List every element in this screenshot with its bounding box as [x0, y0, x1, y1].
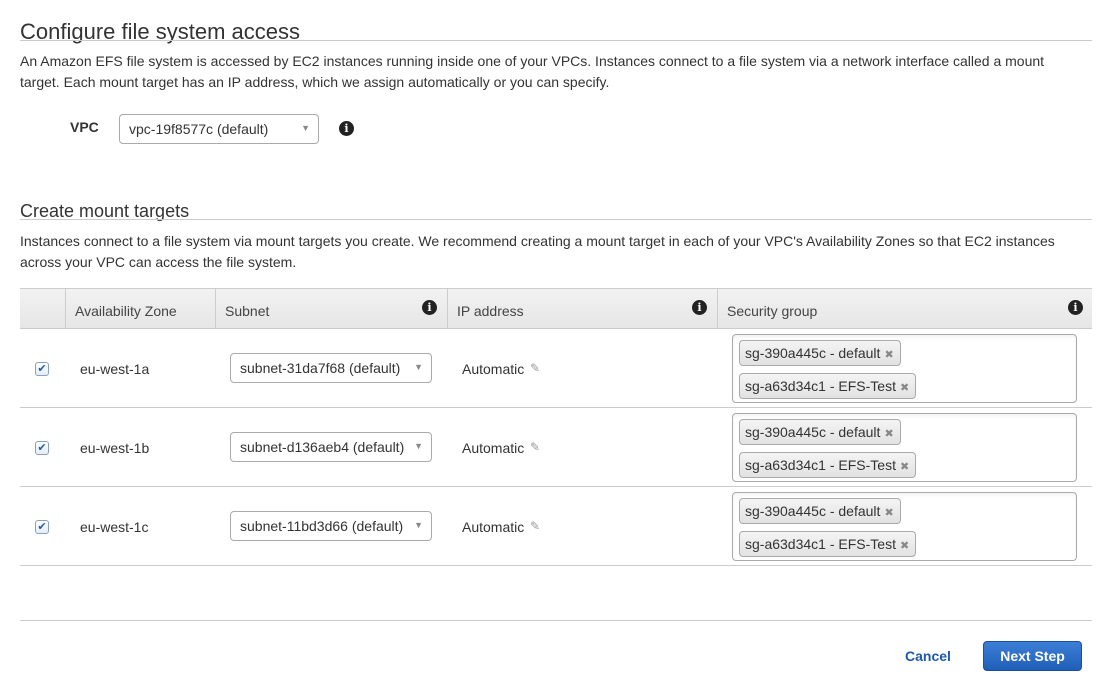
- subnet-select[interactable]: subnet-31da7f68 (default) ▼: [230, 353, 432, 383]
- availability-zone: eu-west-1c: [80, 519, 149, 535]
- table-row: ✔ eu-west-1c subnet-11bd3d66 (default) ▼…: [20, 487, 1092, 566]
- cancel-button[interactable]: Cancel: [905, 648, 951, 664]
- security-group-tag: sg-390a445c - default ✖: [739, 498, 901, 524]
- security-group-input[interactable]: sg-390a445c - default ✖ sg-a63d34c1 - EFS…: [732, 413, 1077, 482]
- security-group-tag: sg-390a445c - default ✖: [739, 419, 901, 445]
- tag-label: sg-a63d34c1 - EFS-Test: [745, 378, 896, 394]
- intro-text: An Amazon EFS file system is accessed by…: [20, 53, 1045, 90]
- vpc-select[interactable]: vpc-19f8577c (default) ▼: [119, 114, 319, 144]
- vpc-label: VPC: [70, 119, 99, 135]
- subnet-select[interactable]: subnet-d136aeb4 (default) ▼: [230, 432, 432, 462]
- tag-label: sg-a63d34c1 - EFS-Test: [745, 536, 896, 552]
- ip-address: Automatic: [462, 440, 525, 456]
- subnet-select-value: subnet-d136aeb4 (default): [240, 439, 405, 455]
- security-group-input[interactable]: sg-390a445c - default ✖ sg-a63d34c1 - EFS…: [732, 334, 1077, 403]
- pencil-icon[interactable]: ✎: [530, 519, 540, 533]
- security-group-tag: sg-390a445c - default ✖: [739, 340, 901, 366]
- remove-icon[interactable]: ✖: [900, 382, 909, 394]
- security-group-tag: sg-a63d34c1 - EFS-Test ✖: [739, 531, 917, 557]
- remove-icon[interactable]: ✖: [884, 428, 893, 440]
- chevron-down-icon: ▼: [301, 123, 310, 133]
- tag-label: sg-390a445c - default: [745, 345, 881, 361]
- row-checkbox[interactable]: ✔: [35, 362, 49, 376]
- security-group-info-icon[interactable]: i: [1068, 300, 1083, 315]
- section-description: Instances connect to a file system via m…: [20, 233, 1055, 270]
- vpc-select-value: vpc-19f8577c (default): [129, 121, 269, 137]
- divider: [20, 219, 1092, 220]
- remove-icon[interactable]: ✖: [900, 540, 909, 552]
- tag-label: sg-a63d34c1 - EFS-Test: [745, 457, 896, 473]
- row-checkbox[interactable]: ✔: [35, 520, 49, 534]
- security-group-tag: sg-a63d34c1 - EFS-Test ✖: [739, 452, 917, 478]
- next-step-button[interactable]: Next Step: [983, 641, 1082, 671]
- footer-divider: [20, 620, 1092, 621]
- tag-label: sg-390a445c - default: [745, 503, 881, 519]
- chevron-down-icon: ▼: [414, 441, 423, 451]
- security-group-tag: sg-a63d34c1 - EFS-Test ✖: [739, 373, 917, 399]
- divider: [20, 40, 1092, 41]
- pencil-icon[interactable]: ✎: [530, 440, 540, 454]
- subnet-select-value: subnet-11bd3d66 (default): [240, 518, 404, 534]
- remove-icon[interactable]: ✖: [884, 507, 893, 519]
- column-header-subnet: Subnet: [215, 289, 447, 328]
- availability-zone: eu-west-1b: [80, 440, 150, 456]
- chevron-down-icon: ▼: [414, 362, 423, 372]
- column-header-ip: IP address: [447, 289, 717, 328]
- table-row: ✔ eu-west-1a subnet-31da7f68 (default) ▼…: [20, 329, 1092, 408]
- vpc-info-icon[interactable]: i: [339, 121, 354, 136]
- column-header-security-group: Security group: [717, 289, 1092, 328]
- table-row: ✔ eu-west-1b subnet-d136aeb4 (default) ▼…: [20, 408, 1092, 487]
- remove-icon[interactable]: ✖: [884, 349, 893, 361]
- security-group-input[interactable]: sg-390a445c - default ✖ sg-a63d34c1 - EFS…: [732, 492, 1077, 561]
- pencil-icon[interactable]: ✎: [530, 361, 540, 375]
- subnet-info-icon[interactable]: i: [422, 300, 437, 315]
- row-checkbox[interactable]: ✔: [35, 441, 49, 455]
- table-header: Availability Zone Subnet i IP address i …: [20, 288, 1092, 329]
- ip-address: Automatic: [462, 519, 525, 535]
- chevron-down-icon: ▼: [414, 520, 423, 530]
- column-header-select: [20, 289, 65, 328]
- tag-label: sg-390a445c - default: [745, 424, 881, 440]
- availability-zone: eu-west-1a: [80, 361, 150, 377]
- subnet-select-value: subnet-31da7f68 (default): [240, 360, 401, 376]
- column-header-az: Availability Zone: [65, 289, 215, 328]
- ip-address: Automatic: [462, 361, 525, 377]
- remove-icon[interactable]: ✖: [900, 461, 909, 473]
- subnet-select[interactable]: subnet-11bd3d66 (default) ▼: [230, 511, 432, 541]
- ip-info-icon[interactable]: i: [692, 300, 707, 315]
